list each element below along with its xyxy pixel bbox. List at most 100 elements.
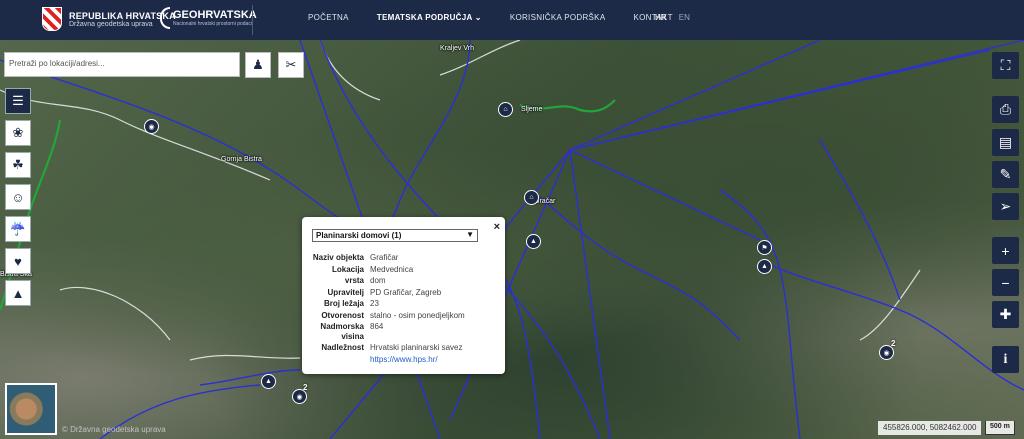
route-line bbox=[199, 369, 301, 386]
map-canvas[interactable]: Kraljev Vrh Gornja Bistra Sljeme Bistra … bbox=[0, 40, 1024, 439]
lang-en[interactable]: EN bbox=[679, 13, 690, 22]
camera-icon: ◉ bbox=[148, 123, 155, 131]
search-input[interactable]: Pretraži po lokaciji/adresi... bbox=[4, 52, 240, 77]
route-line bbox=[569, 49, 991, 151]
scale-bar: 500 m bbox=[985, 421, 1015, 435]
print-button[interactable]: ⎙ bbox=[992, 96, 1019, 123]
mountain-icon: ▲ bbox=[265, 378, 272, 385]
attr-key: Nadmorska visina bbox=[320, 322, 364, 341]
wheat-icon: ☘ bbox=[12, 157, 24, 172]
place-label: Kraljev Vrh bbox=[440, 45, 474, 52]
attr-value: 864 bbox=[370, 322, 384, 331]
attr-key: Nadležnost bbox=[321, 343, 364, 352]
coordinate-readout: 455826.000, 5082462.000 bbox=[878, 421, 982, 435]
zoom-in-button[interactable]: + bbox=[992, 237, 1019, 264]
move-arrows-icon: ✚ bbox=[999, 306, 1012, 322]
attr-key: Upravitelj bbox=[327, 287, 364, 297]
lang-hr[interactable]: HR bbox=[655, 13, 667, 22]
hps-link[interactable]: https://www.hps.hr/ bbox=[370, 355, 438, 364]
table-row: Naziv objekta Grafičar bbox=[312, 253, 465, 265]
measure-button[interactable]: ▤ bbox=[992, 129, 1019, 156]
layer-select-value: Planinarski domovi (1) bbox=[316, 231, 402, 240]
nav-thematic-areas[interactable]: TEMATSKA PODRUČJA ⌄ bbox=[377, 13, 482, 22]
mountain-icon: ▲ bbox=[530, 238, 537, 245]
attr-value: stalno - osim ponedjeljkom bbox=[370, 310, 465, 320]
printer-icon: ⎙ bbox=[999, 101, 1012, 117]
layer-select[interactable]: Planinarski domovi (1) ▼ bbox=[312, 229, 478, 242]
theme-plants-button[interactable]: ❀ bbox=[5, 120, 31, 146]
table-row: vrsta dom bbox=[312, 276, 465, 288]
share-button[interactable]: ➢ bbox=[992, 193, 1019, 220]
theme-water-button[interactable]: ☔ bbox=[5, 216, 31, 242]
geohrvatska-mark-icon bbox=[160, 7, 170, 29]
geohrvatska-logo[interactable]: GEOHRVATSKA Nacionalni hrvatski prostorn… bbox=[160, 7, 257, 29]
draw-button[interactable]: ✎ bbox=[992, 161, 1019, 188]
road-line bbox=[859, 269, 921, 341]
mountain-marker[interactable]: ▲ bbox=[526, 234, 541, 249]
language-switch: HR EN bbox=[655, 13, 690, 22]
zoom-out-button[interactable]: − bbox=[992, 269, 1019, 296]
pan-button[interactable]: ✚ bbox=[992, 301, 1019, 328]
water-icon: ☔ bbox=[9, 221, 27, 236]
attr-key: vrsta bbox=[344, 276, 364, 285]
plus-icon: + bbox=[1001, 242, 1010, 259]
attr-value: 23 bbox=[370, 299, 379, 308]
fullscreen-icon: ⛶ bbox=[1000, 57, 1011, 73]
eraser-icon: ✂ bbox=[285, 57, 297, 72]
nav-home[interactable]: POČETNA bbox=[308, 13, 349, 22]
person-pin-icon: ♟ bbox=[252, 57, 264, 72]
road-line bbox=[319, 40, 381, 101]
pencil-icon: ✎ bbox=[999, 166, 1012, 182]
poi-marker[interactable]: ⌂ bbox=[498, 102, 513, 117]
route-line bbox=[819, 139, 901, 301]
place-label: Gornja Bistra bbox=[221, 156, 262, 163]
mountain-marker[interactable]: ▲ bbox=[261, 374, 276, 389]
route-line bbox=[569, 149, 611, 439]
minus-icon: − bbox=[1001, 274, 1010, 291]
hut-icon: ⌂ bbox=[503, 106, 508, 113]
layers-button[interactable]: ☰ bbox=[5, 88, 31, 114]
attribute-table: Naziv objekta Grafičar Lokacija Medvednica… bbox=[312, 253, 465, 366]
fullscreen-button[interactable]: ⛶ bbox=[992, 52, 1019, 79]
republic-logo[interactable]: REPUBLIKA HRVATSKA Državna geodetska upr… bbox=[42, 7, 176, 31]
attr-key: Naziv objekta bbox=[312, 253, 364, 262]
layers-icon: ☰ bbox=[12, 93, 24, 108]
table-row: Otvorenost stalno - osim ponedjeljkom bbox=[312, 310, 465, 323]
table-row: Broj ležaja 23 bbox=[312, 299, 465, 311]
table-row: Lokacija Medvednica bbox=[312, 265, 465, 277]
coat-of-arms-icon bbox=[42, 7, 62, 31]
attr-value: Medvednica bbox=[370, 264, 414, 274]
close-popup-button[interactable]: × bbox=[494, 221, 500, 233]
table-row: https://www.hps.hr/ bbox=[312, 355, 465, 367]
cluster-count: 2 bbox=[891, 339, 896, 348]
road-line bbox=[59, 286, 171, 341]
route-line bbox=[569, 40, 821, 151]
feature-info-popup: × Planinarski domovi (1) ▼ Naziv objekta… bbox=[302, 217, 505, 374]
attr-value: Hrvatski planinarski savez bbox=[370, 343, 463, 352]
selected-hut-marker[interactable]: ⌂ bbox=[524, 190, 539, 205]
main-nav: POČETNA TEMATSKA PODRUČJA ⌄ KORISNIČKA P… bbox=[308, 13, 701, 22]
sign-icon: ⚑ bbox=[761, 244, 768, 252]
theme-community-button[interactable]: ☺ bbox=[5, 184, 31, 210]
mountain-icon: ▲ bbox=[761, 263, 768, 270]
mountain-marker[interactable]: ▲ bbox=[757, 259, 772, 274]
road-line bbox=[0, 89, 271, 181]
theme-fields-button[interactable]: ☘ bbox=[5, 152, 31, 178]
basemap-switcher[interactable] bbox=[5, 383, 57, 435]
chevron-down-icon: ⌄ bbox=[474, 13, 482, 22]
share-icon: ➢ bbox=[999, 198, 1012, 214]
info-button[interactable]: i bbox=[992, 346, 1019, 373]
person-location-button[interactable]: ♟ bbox=[245, 52, 271, 78]
theme-care-button[interactable]: ♥ bbox=[5, 248, 31, 274]
ruler-icon: ▤ bbox=[998, 134, 1013, 150]
theme-forest-button[interactable]: ▲ bbox=[5, 280, 31, 306]
brand-name: GEOHRVATSKA bbox=[173, 9, 257, 21]
camera-icon: ◉ bbox=[296, 393, 303, 401]
poi-marker[interactable]: ⚑ bbox=[757, 240, 772, 255]
nav-user-support[interactable]: KORISNIČKA PODRŠKA bbox=[510, 13, 606, 22]
place-label: Sljeme bbox=[521, 106, 543, 113]
camera-marker[interactable]: ◉ bbox=[144, 119, 159, 134]
camera-icon: ◉ bbox=[883, 349, 890, 357]
clear-search-button[interactable]: ✂ bbox=[278, 52, 304, 78]
attr-value: Grafičar bbox=[370, 253, 399, 262]
